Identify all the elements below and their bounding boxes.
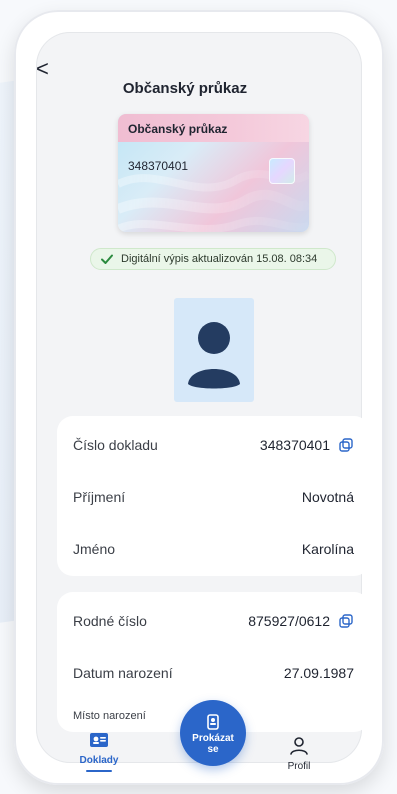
back-icon: < <box>36 56 49 81</box>
id-card-title: Občanský průkaz <box>128 122 228 136</box>
detail-value-text: 875927/0612 <box>248 613 330 629</box>
user-icon <box>290 737 308 755</box>
status-badge: Digitální výpis aktualizován 15.08. 08:3… <box>90 248 336 270</box>
prokazat-se-button[interactable]: Prokázat se <box>180 700 246 766</box>
details-card-primary: Číslo dokladu 348370401 Příjmení Novotná… <box>57 416 370 576</box>
detail-label: Rodné číslo <box>73 613 147 629</box>
detail-row-cislo-dokladu: Číslo dokladu 348370401 <box>73 434 354 456</box>
detail-value: 875927/0612 <box>248 613 354 629</box>
hologram-icon <box>269 158 295 184</box>
detail-label: Datum narození <box>73 665 173 681</box>
detail-row-datum-narozeni: Datum narození 27.09.1987 <box>73 662 354 684</box>
detail-row-jmeno: Jméno Karolína <box>73 538 354 560</box>
detail-value-text: Karolína <box>301 541 354 557</box>
prokazat-se-label: Prokázat se <box>192 733 234 755</box>
detail-row-prijmeni: Příjmení Novotná <box>73 486 354 508</box>
page-title: Občanský průkaz <box>122 80 248 97</box>
id-card-icon <box>90 733 108 747</box>
photo-placeholder <box>174 298 254 402</box>
nav-doklady[interactable]: Doklady <box>64 720 134 772</box>
badge-icon <box>207 714 219 730</box>
detail-value-text: Novotná <box>301 489 354 505</box>
nav-profil[interactable]: Profil <box>264 720 334 772</box>
nav-profil-label: Profil <box>287 761 311 772</box>
detail-value-text: 27.09.1987 <box>283 665 354 681</box>
back-button[interactable]: < <box>36 56 56 81</box>
detail-label: Příjmení <box>73 489 126 505</box>
user-silhouette-icon <box>188 322 240 389</box>
copy-icon[interactable] <box>338 437 354 453</box>
nav-active-indicator <box>86 770 112 772</box>
nav-doklady-label: Doklady <box>79 755 119 766</box>
copy-icon[interactable] <box>338 613 354 629</box>
check-icon <box>101 254 113 264</box>
detail-value: 348370401 <box>260 437 354 453</box>
detail-label: Jméno <box>73 541 116 557</box>
detail-value-text: 348370401 <box>259 437 330 453</box>
detail-label: Číslo dokladu <box>73 437 158 453</box>
status-text: Digitální výpis aktualizován 15.08. 08:3… <box>121 253 318 265</box>
id-card-preview[interactable]: Občanský průkaz 348370401 <box>118 114 309 232</box>
detail-row-rodne-cislo: Rodné číslo 875927/0612 <box>73 610 354 632</box>
